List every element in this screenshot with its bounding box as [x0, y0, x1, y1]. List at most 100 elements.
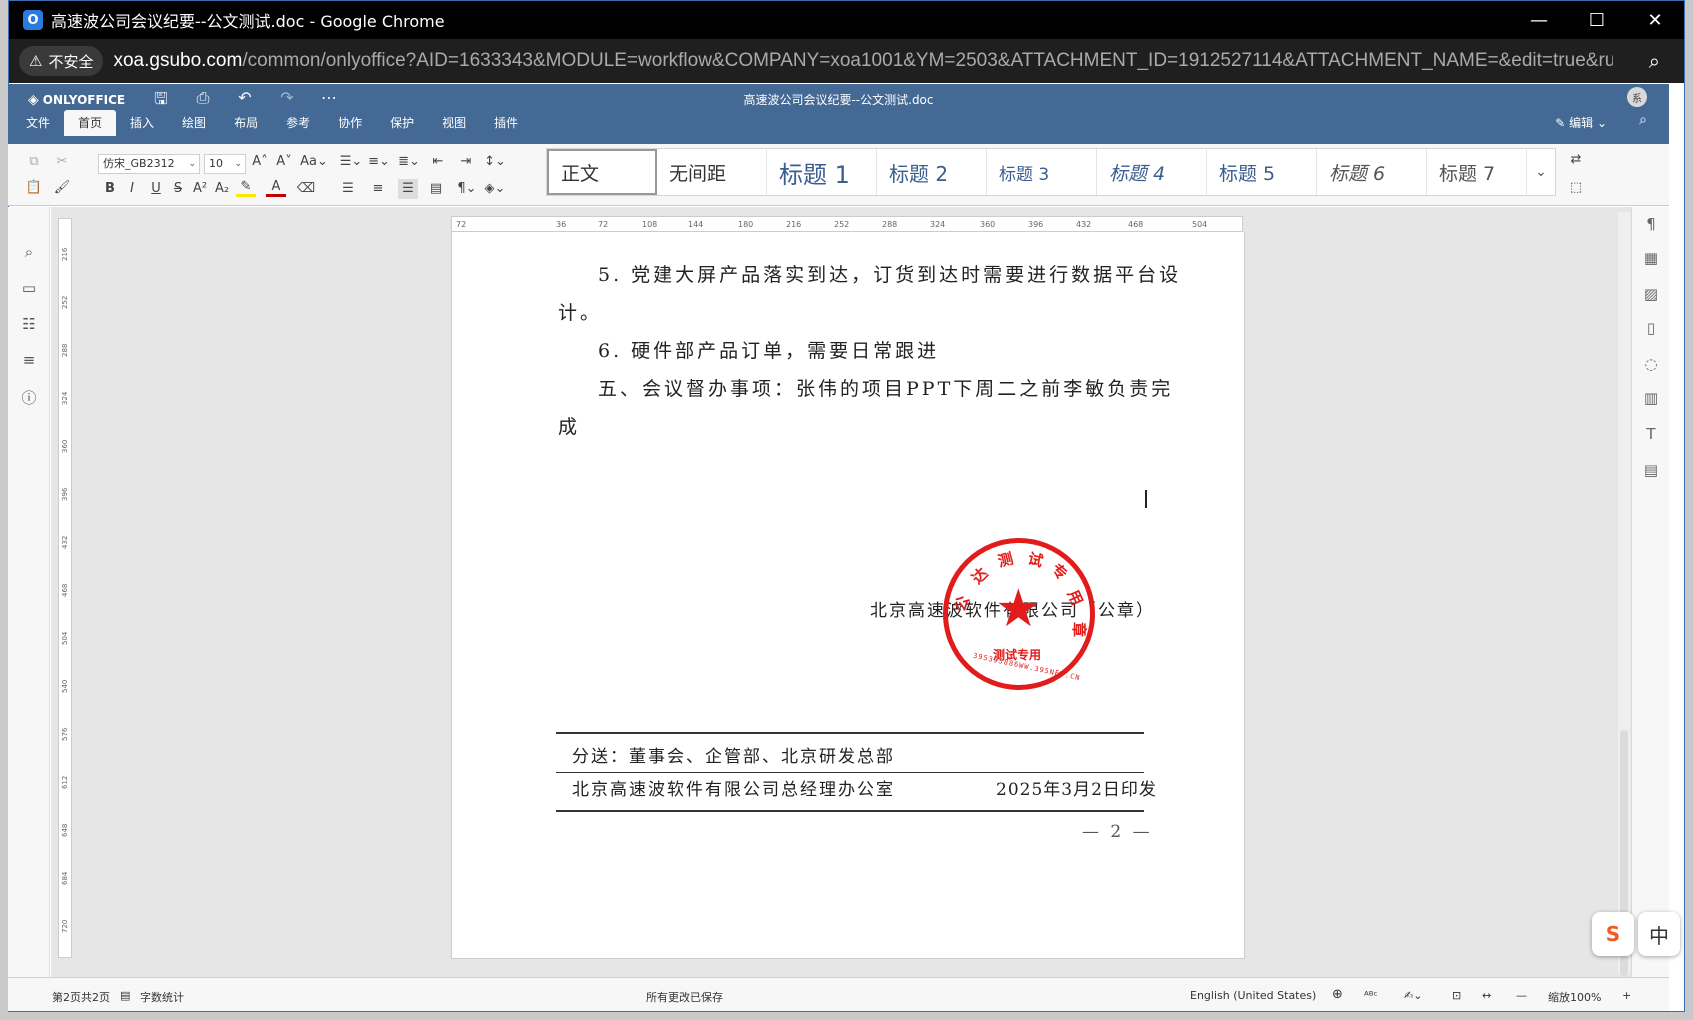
- bold-icon[interactable]: B: [100, 179, 120, 199]
- zoom-level[interactable]: 缩放100%: [1548, 989, 1601, 1005]
- tab-insert[interactable]: 插入: [116, 110, 168, 136]
- shading-icon[interactable]: ◈⌄: [482, 179, 508, 199]
- maximize-button[interactable]: ☐: [1568, 1, 1626, 39]
- vertical-scrollbar[interactable]: [1618, 212, 1630, 976]
- paragraph-line: 五、会议督办事项：张伟的项目PPT下周二之前李敏负责完: [598, 378, 1174, 400]
- tab-collaborate[interactable]: 协作: [324, 110, 376, 136]
- language-select[interactable]: English (United States): [1190, 989, 1316, 1002]
- textart-settings-icon[interactable]: T: [1640, 425, 1662, 447]
- increase-indent-icon[interactable]: ⇥: [456, 152, 476, 172]
- multilevel-icon[interactable]: ≣⌄: [396, 152, 422, 172]
- zoom-out-icon[interactable]: —: [1516, 989, 1527, 1002]
- clear-format-icon[interactable]: ⌫: [296, 179, 316, 199]
- vertical-ruler[interactable]: 216 252 288 324 360 396 432 468 504 540 …: [58, 218, 72, 958]
- close-button[interactable]: ✕: [1626, 1, 1684, 39]
- bullets-icon[interactable]: ☰⌄: [338, 152, 364, 172]
- globe-icon[interactable]: ⊕: [1332, 987, 1343, 1002]
- ruler-tick: 288: [61, 343, 69, 357]
- change-case-icon[interactable]: Aa⌄: [300, 152, 328, 172]
- avatar[interactable]: 系: [1627, 87, 1647, 107]
- tab-protect[interactable]: 保护: [376, 110, 428, 136]
- document-page[interactable]: 5. 党建大屏产品落实到达，订货到达时需要进行数据平台设 计。 6. 硬件部产品…: [451, 232, 1245, 959]
- comment-icon[interactable]: ▭: [18, 279, 40, 301]
- copy-icon[interactable]: ⧉: [24, 152, 44, 172]
- select-all-icon[interactable]: ⬚: [1566, 178, 1586, 198]
- horizontal-ruler[interactable]: 72 36 72 108 144 180 216 252 288 324 360…: [451, 216, 1243, 232]
- highlight-icon[interactable]: ✎: [236, 177, 256, 197]
- align-left-icon[interactable]: ☰: [338, 179, 358, 199]
- underline-icon[interactable]: U: [146, 179, 166, 199]
- info-icon[interactable]: ⓘ: [18, 387, 40, 409]
- navigation-icon[interactable]: ≡: [18, 351, 40, 373]
- paste-icon[interactable]: 📋: [24, 178, 44, 198]
- numbering-icon[interactable]: ≡⌄: [366, 152, 392, 172]
- style-heading-6[interactable]: 标题 6: [1317, 149, 1427, 195]
- chart-settings-icon[interactable]: ▥: [1640, 389, 1662, 411]
- zoom-icon[interactable]: ⌕: [1649, 49, 1660, 73]
- minimize-button[interactable]: —: [1510, 1, 1568, 39]
- style-heading-7[interactable]: 标题 7: [1427, 149, 1527, 195]
- italic-icon[interactable]: I: [122, 179, 142, 199]
- track-changes-icon[interactable]: ✍⌄: [1404, 989, 1422, 1002]
- left-panel: ⌕ ▭ ☷ ≡ ⓘ: [8, 207, 50, 977]
- font-size-select[interactable]: 10 ⌄: [204, 154, 246, 174]
- form-settings-icon[interactable]: ▤: [1640, 461, 1662, 483]
- tab-home[interactable]: 首页: [64, 110, 117, 136]
- image-settings-icon[interactable]: ▨: [1640, 285, 1662, 307]
- search-icon[interactable]: ⌕: [1639, 112, 1647, 128]
- chevron-down-icon[interactable]: ⌄: [1527, 149, 1555, 195]
- justify-icon[interactable]: ▤: [426, 179, 446, 199]
- paragraph-marks-icon[interactable]: ¶⌄: [454, 179, 480, 199]
- align-right-icon[interactable]: ☰: [398, 179, 418, 199]
- tab-references[interactable]: 参考: [272, 110, 324, 136]
- security-chip[interactable]: ⚠ 不安全: [19, 46, 104, 76]
- fit-page-icon[interactable]: ⊡: [1452, 989, 1461, 1002]
- search-icon[interactable]: ⌕: [18, 243, 40, 265]
- style-heading-4[interactable]: 标题 4: [1097, 149, 1207, 195]
- tab-view[interactable]: 视图: [428, 110, 480, 136]
- tab-file[interactable]: 文件: [8, 110, 64, 136]
- page-info[interactable]: 第2页共2页: [52, 989, 110, 1005]
- align-center-icon[interactable]: ≡: [368, 179, 388, 199]
- cut-icon[interactable]: ✂: [52, 152, 72, 172]
- style-heading-2[interactable]: 标题 2: [877, 149, 987, 195]
- decrease-font-icon[interactable]: A˅: [274, 152, 294, 172]
- fit-width-icon[interactable]: ↔: [1482, 989, 1491, 1002]
- header-footer-icon[interactable]: ▯: [1640, 319, 1662, 341]
- strikethrough-icon[interactable]: S: [168, 179, 188, 199]
- app-icon: O: [23, 10, 43, 30]
- style-heading-3[interactable]: 标题 3: [987, 149, 1097, 195]
- tab-layout[interactable]: 布局: [220, 110, 272, 136]
- ruler-tick: 360: [61, 439, 69, 453]
- format-painter-icon[interactable]: 🖌: [52, 178, 72, 198]
- table-settings-icon[interactable]: ▦: [1640, 249, 1662, 271]
- font-color-icon[interactable]: A: [266, 177, 286, 197]
- url-host: xoa.gsubo.com: [113, 50, 243, 71]
- increase-font-icon[interactable]: A˄: [250, 152, 270, 172]
- shape-settings-icon[interactable]: ◌: [1640, 355, 1662, 377]
- decrease-indent-icon[interactable]: ⇤: [428, 152, 448, 172]
- spellcheck-icon[interactable]: ᴬᴮᶜ: [1364, 989, 1378, 1002]
- style-no-spacing[interactable]: 无间距: [657, 149, 767, 195]
- style-heading-1[interactable]: 标题 1: [767, 149, 877, 195]
- seal-char: 公: [950, 593, 974, 614]
- ime-chinese-mode[interactable]: 中: [1638, 912, 1680, 956]
- url-field[interactable]: xoa.gsubo.com/common/onlyoffice?AID=1633…: [113, 50, 1613, 72]
- subscript-icon[interactable]: A₂: [212, 179, 232, 199]
- edit-mode-button[interactable]: ✎ 编辑 ⌄: [1555, 114, 1607, 131]
- zoom-in-icon[interactable]: +: [1622, 989, 1631, 1002]
- sogou-ime-icon[interactable]: S: [1592, 912, 1634, 956]
- tab-plugins[interactable]: 插件: [480, 110, 532, 136]
- page-number: — 2 —: [1082, 822, 1153, 842]
- line-spacing-icon[interactable]: ↕⌄: [482, 152, 508, 172]
- chat-icon[interactable]: ☷: [18, 315, 40, 337]
- style-normal[interactable]: 正文: [547, 149, 657, 195]
- paragraph-settings-icon[interactable]: ¶: [1640, 215, 1662, 237]
- tab-draw[interactable]: 绘图: [168, 110, 220, 136]
- window-controls: — ☐ ✕: [1510, 1, 1684, 39]
- style-heading-5[interactable]: 标题 5: [1207, 149, 1317, 195]
- superscript-icon[interactable]: A²: [190, 179, 210, 199]
- font-name-select[interactable]: 仿宋_GB2312 ⌄: [98, 154, 200, 174]
- word-count-button[interactable]: 字数统计: [140, 989, 184, 1005]
- replace-icon[interactable]: ⇄: [1566, 150, 1586, 170]
